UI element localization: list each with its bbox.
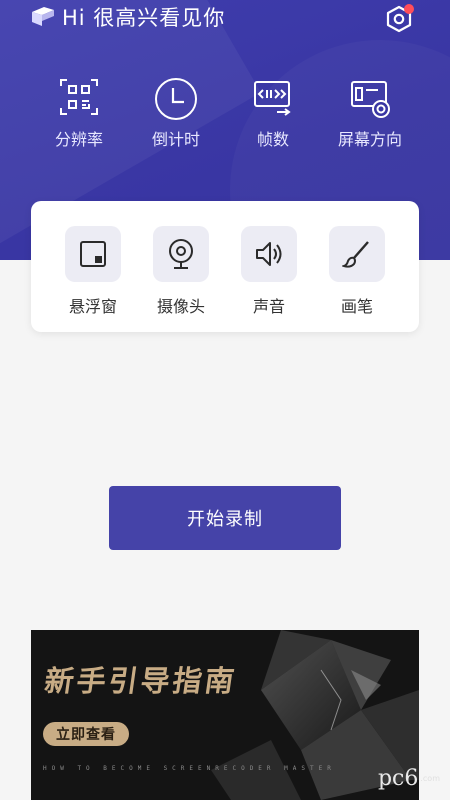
tool-camera[interactable]: 摄像头 xyxy=(141,226,221,317)
clock-icon xyxy=(155,78,197,120)
banner-title: 新手引导指南 xyxy=(42,664,240,698)
quick-item-frames[interactable]: 帧数 xyxy=(223,74,323,150)
banner-view-now-button[interactable]: 立即查看 xyxy=(43,722,129,746)
qr-resolution-icon xyxy=(60,79,98,115)
tool-icon-box xyxy=(65,226,121,282)
quick-item-resolution[interactable]: 分辨率 xyxy=(29,74,129,150)
quick-item-label: 屏幕方向 xyxy=(337,130,402,149)
tool-floating-window[interactable]: 悬浮窗 xyxy=(53,226,133,317)
tools-card: 悬浮窗 摄像头 声音 画笔 xyxy=(31,201,419,332)
banner-background-art xyxy=(211,630,419,800)
greeting-row: Hi 很高兴看见你 xyxy=(30,2,225,32)
guide-banner[interactable]: 新手引导指南 立即查看 HOW TO BECOME SCREENRECODER … xyxy=(31,630,419,800)
tool-icon-box xyxy=(241,226,297,282)
floating-window-icon xyxy=(80,241,106,267)
banner-subtitle: HOW TO BECOME SCREENRECODER MASTER xyxy=(43,765,336,772)
greeting-text: Hi 很高兴看见你 xyxy=(62,6,226,30)
frames-icon xyxy=(254,81,291,116)
tool-label: 画笔 xyxy=(340,297,373,316)
watermark-logo: pc6 xyxy=(377,765,419,791)
quick-item-label: 倒计时 xyxy=(151,130,200,149)
tool-icon-box xyxy=(153,226,209,282)
quick-item-label: 帧数 xyxy=(256,130,289,149)
speaker-icon xyxy=(256,242,282,266)
tool-label: 声音 xyxy=(252,297,285,316)
quick-item-countdown[interactable]: 倒计时 xyxy=(126,74,226,150)
tool-label: 悬浮窗 xyxy=(68,297,117,316)
tool-icon-box xyxy=(329,226,385,282)
app-logo-icon xyxy=(32,7,54,26)
quick-settings-row: 分辨率 倒计时 帧数 屏幕方向 xyxy=(0,74,450,154)
camera-icon xyxy=(169,239,193,269)
watermark-domain: .com xyxy=(420,773,440,783)
tool-label: 摄像头 xyxy=(156,297,205,316)
brush-icon xyxy=(342,241,369,268)
watermark: pc6 .com xyxy=(378,764,440,792)
start-recording-button[interactable]: 开始录制 xyxy=(109,486,341,550)
screen-orientation-icon xyxy=(351,81,390,118)
tool-brush[interactable]: 画笔 xyxy=(317,226,397,317)
notification-dot xyxy=(404,4,414,14)
quick-item-label: 分辨率 xyxy=(54,130,103,149)
settings-button[interactable] xyxy=(382,2,416,36)
tool-sound[interactable]: 声音 xyxy=(229,226,309,317)
quick-item-orientation[interactable]: 屏幕方向 xyxy=(320,74,420,150)
